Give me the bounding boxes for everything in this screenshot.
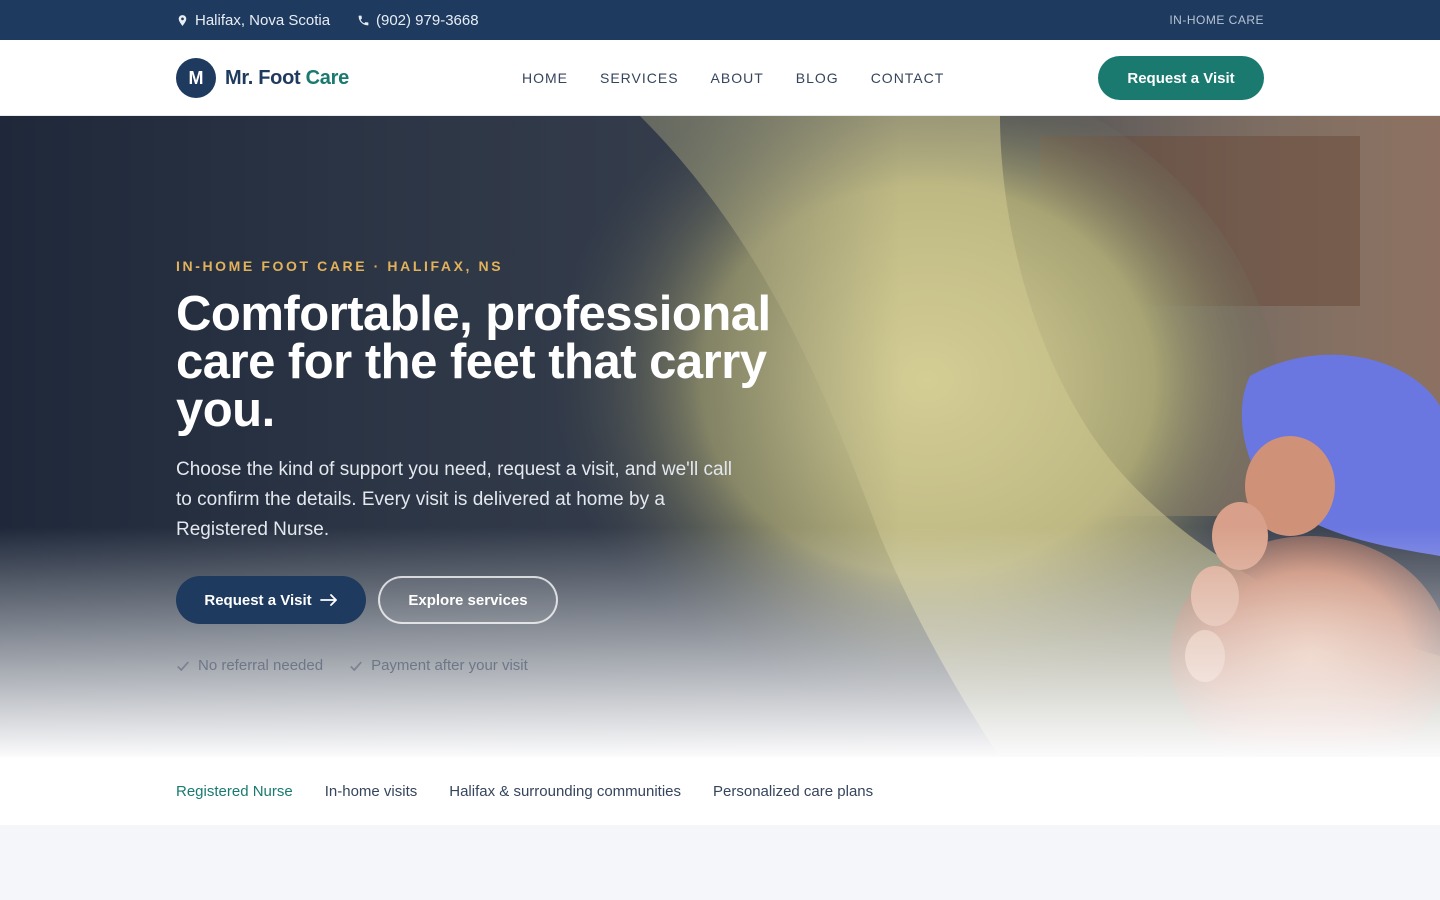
check-icon: [350, 660, 362, 671]
features-list: Registered Nurse In-home visits Halifax …: [176, 757, 873, 825]
feature-in-home-visits: In-home visits: [324, 782, 418, 800]
nav-contact[interactable]: CONTACT: [871, 70, 945, 86]
location-text: Halifax, Nova Scotia: [195, 11, 331, 29]
feature-registered-nurse: Registered Nurse: [176, 782, 293, 800]
brand-name-accent: Care: [305, 66, 350, 89]
explore-services-button[interactable]: Explore services: [378, 576, 558, 624]
hero-request-visit-label: Request a Visit: [204, 591, 312, 609]
top-info-bar: Halifax, Nova Scotia (902) 979-3668 IN-H…: [0, 0, 1440, 40]
brand-logo[interactable]: M Mr. Foot Care: [176, 58, 349, 98]
benefit-no-referral: No referral needed: [198, 657, 324, 674]
in-home-care-tag: IN-HOME CARE: [1169, 13, 1264, 27]
brand-name: Mr. Foot Care: [225, 67, 349, 90]
logo-mark: M: [176, 58, 216, 98]
benefit-item: Payment after your visit: [349, 657, 528, 674]
phone-info[interactable]: (902) 979-3668: [357, 0, 479, 40]
nav-home[interactable]: HOME: [522, 70, 568, 86]
benefit-payment-after: Payment after your visit: [371, 657, 528, 674]
header-request-visit-button[interactable]: Request a Visit: [1098, 56, 1264, 100]
hero-benefits: No referral needed Payment after your vi…: [176, 657, 528, 674]
phone-number[interactable]: (902) 979-3668: [376, 12, 479, 29]
location-info: Halifax, Nova Scotia: [176, 0, 330, 40]
hero-eyebrow: IN-HOME FOOT CARE · HALIFAX, NS: [176, 258, 504, 274]
hero-description: Choose the kind of support you need, req…: [176, 459, 733, 540]
feature-personalized-plans: Personalized care plans: [713, 782, 874, 800]
map-pin-icon: [178, 14, 187, 26]
features-strip: Registered Nurse In-home visits Halifax …: [0, 757, 1440, 825]
hero-headline: Comfortable, professional care for the f…: [176, 287, 771, 437]
nav-about[interactable]: ABOUT: [711, 70, 764, 86]
feature-service-area: Halifax & surrounding communities: [449, 782, 682, 800]
benefit-item: No referral needed: [176, 657, 323, 674]
check-icon: [177, 660, 189, 671]
hero-request-visit-button[interactable]: Request a Visit: [176, 576, 366, 624]
hero-bottom-fade: [0, 527, 1440, 757]
nav-blog[interactable]: BLOG: [796, 70, 839, 86]
nav-services[interactable]: SERVICES: [600, 70, 679, 86]
phone-icon: [358, 15, 369, 25]
brand-name-main: Mr. Foot: [225, 66, 306, 89]
main-nav: HOME SERVICES ABOUT BLOG CONTACT: [522, 40, 944, 116]
site-header: M Mr. Foot Care HOME SERVICES ABOUT BLOG…: [0, 40, 1440, 116]
next-section: [0, 825, 1440, 900]
arrow-right-icon: [319, 594, 337, 606]
hero-section: IN-HOME FOOT CARE · HALIFAX, NS Comforta…: [0, 116, 1440, 757]
